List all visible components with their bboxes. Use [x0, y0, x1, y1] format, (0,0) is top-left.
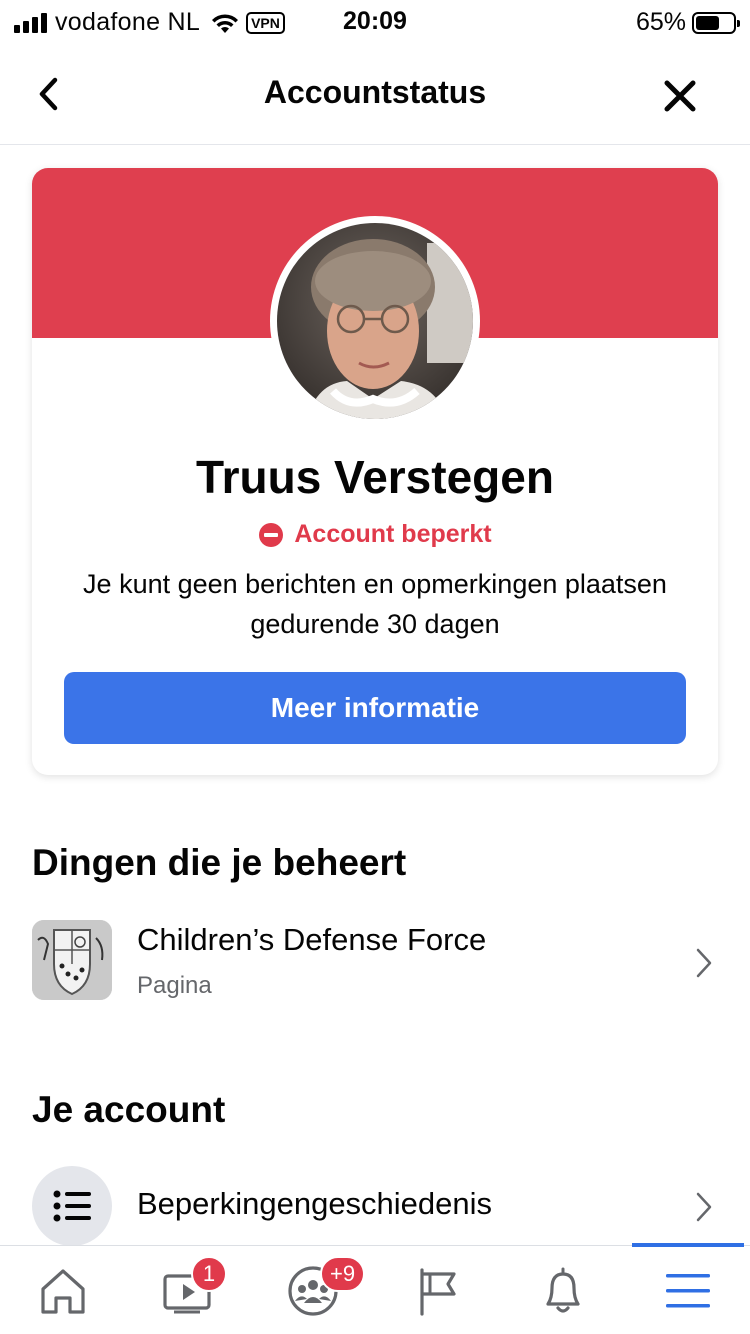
- tab-video[interactable]: 1: [125, 1246, 250, 1334]
- tab-menu[interactable]: [625, 1246, 750, 1334]
- managed-page-title: Children’s Defense Force: [137, 922, 487, 957]
- account-status-card: Truus Verstegen Account beperkt Je kunt …: [32, 168, 718, 775]
- restriction-history-row[interactable]: Beperkingengeschiedenis: [0, 1166, 750, 1246]
- more-info-button[interactable]: Meer informatie: [64, 672, 686, 744]
- tab-notifications[interactable]: [500, 1246, 625, 1334]
- battery-icon: [692, 11, 740, 34]
- account-section-heading: Je account: [32, 1089, 226, 1130]
- chevron-right-icon: [696, 1192, 712, 1222]
- tab-pages[interactable]: [375, 1246, 500, 1334]
- battery-fill: [696, 15, 720, 30]
- list-icon: [53, 1190, 91, 1222]
- managed-page-type: Pagina: [137, 972, 212, 999]
- page-title: Accountstatus: [263, 74, 487, 110]
- restriction-description: Je kunt geen berichten en opmerkingen pl…: [83, 569, 667, 639]
- status-bar: vodafone NL VPN 20:09 65%: [0, 0, 750, 44]
- groups-notification-badge: +9: [320, 1256, 366, 1292]
- battery-percentage: 65%: [635, 8, 686, 36]
- avatar[interactable]: [277, 223, 473, 419]
- close-icon: [664, 80, 696, 112]
- tab-home[interactable]: [0, 1246, 125, 1334]
- coat-of-arms-image: [32, 920, 112, 1000]
- managed-page-row[interactable]: Children’s Defense Force Pagina: [0, 920, 750, 1004]
- restriction-history-icon-wrap: [32, 1166, 112, 1246]
- bell-icon: [545, 1267, 580, 1313]
- home-icon: [40, 1268, 85, 1314]
- flag-icon: [419, 1267, 456, 1316]
- page-thumbnail: [32, 920, 112, 1000]
- status-bar-right: 65%: [635, 8, 740, 37]
- avatar-photo: [277, 223, 473, 419]
- menu-icon: [665, 1273, 710, 1307]
- avatar-ring: [270, 216, 480, 426]
- restriction-status: Account beperkt: [32, 520, 718, 549]
- tab-groups[interactable]: +9: [250, 1246, 375, 1334]
- close-button[interactable]: [658, 74, 702, 118]
- video-notification-badge: 1: [191, 1256, 227, 1292]
- profile-name: Truus Verstegen: [196, 451, 554, 503]
- managed-section-heading: Dingen die je beheert: [32, 842, 407, 883]
- chevron-right-icon: [696, 948, 712, 978]
- no-entry-icon: [259, 522, 284, 547]
- restriction-label: Account beperkt: [294, 520, 492, 548]
- restriction-history-label: Beperkingengeschiedenis: [137, 1186, 493, 1221]
- bottom-tab-bar: 1 +9: [0, 1243, 750, 1334]
- nav-header: Accountstatus: [0, 44, 750, 145]
